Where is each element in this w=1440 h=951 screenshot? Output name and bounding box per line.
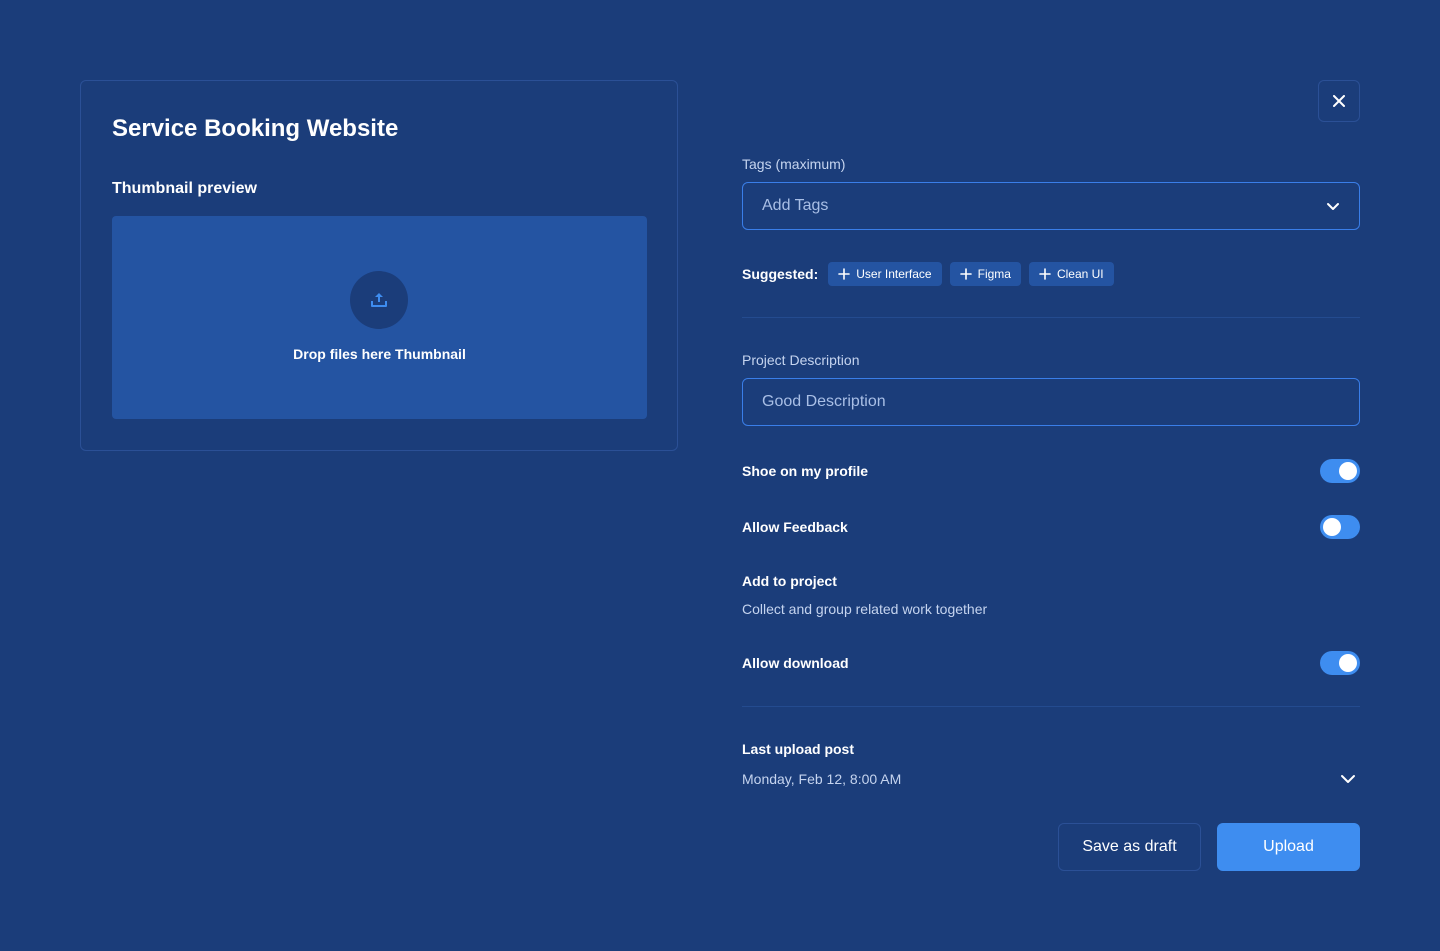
thumbnail-dropzone[interactable]: Drop files here Thumbnail — [112, 216, 647, 419]
close-icon — [1333, 95, 1345, 107]
description-label: Project Description — [742, 352, 860, 368]
show-on-profile-label: Shoe on my profile — [742, 463, 869, 479]
allow-download-label: Allow download — [742, 655, 849, 671]
suggested-label: Suggested: — [742, 266, 819, 282]
tags-select[interactable]: Add Tags — [742, 182, 1360, 230]
chevron-down-icon — [1327, 203, 1339, 210]
allow-download-toggle[interactable] — [1320, 651, 1360, 675]
save-draft-button[interactable]: Save as draft — [1058, 823, 1201, 871]
thumbnail-label: Thumbnail preview — [112, 180, 257, 197]
chip-label: Clean UI — [1056, 267, 1104, 281]
dropzone-text: Drop files here Thumbnail — [293, 346, 466, 362]
thumbnail-card: Service Booking Website Thumbnail previe… — [80, 80, 678, 451]
toggle-knob — [1339, 462, 1357, 480]
suggested-tags: Suggested: User Interface Figma Clean UI — [742, 262, 1114, 286]
page-title: Service Booking Website — [112, 115, 399, 142]
toggle-knob — [1323, 518, 1341, 536]
suggested-tag-clean-ui[interactable]: Clean UI — [1028, 262, 1114, 286]
allow-feedback-toggle[interactable] — [1320, 515, 1360, 539]
plus-icon — [959, 268, 972, 280]
last-upload-date[interactable]: Monday, Feb 12, 8:00 AM — [742, 771, 901, 787]
upload-icon — [371, 293, 387, 307]
plus-icon — [838, 268, 851, 280]
add-to-project-subtitle: Collect and group related work together — [742, 601, 988, 617]
plus-icon — [1039, 268, 1051, 280]
upload-icon-container — [350, 271, 408, 329]
suggested-tag-figma[interactable]: Figma — [949, 262, 1021, 286]
chip-label: User Interface — [856, 267, 932, 281]
close-button[interactable] — [1318, 80, 1360, 122]
suggested-tag-user-interface[interactable]: User Interface — [828, 262, 942, 286]
last-upload-label: Last upload post — [742, 741, 854, 757]
tags-placeholder: Add Tags — [762, 197, 829, 214]
show-on-profile-toggle[interactable] — [1320, 459, 1360, 483]
allow-feedback-label: Allow Feedback — [742, 519, 848, 535]
chevron-down-icon[interactable] — [1339, 770, 1357, 788]
tags-label: Tags (maximum) — [742, 156, 846, 172]
chip-label: Figma — [977, 267, 1011, 281]
divider — [742, 317, 1360, 318]
toggle-knob — [1339, 654, 1357, 672]
add-to-project-label[interactable]: Add to project — [742, 573, 837, 589]
divider — [742, 706, 1360, 707]
upload-button[interactable]: Upload — [1217, 823, 1360, 871]
description-input[interactable] — [742, 378, 1360, 426]
